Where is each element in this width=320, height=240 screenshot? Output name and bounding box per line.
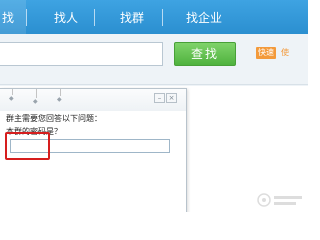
ornament-icon: ◆ bbox=[57, 96, 62, 103]
search-button[interactable]: 查找 bbox=[174, 42, 236, 66]
verification-dialog: ◆ ◆ ◆ – × 群主需要您回答以下问题： 本群的密码是？ bbox=[0, 88, 187, 212]
quick-badge[interactable]: 快速 bbox=[256, 47, 276, 59]
highlight-annotation bbox=[5, 132, 50, 160]
nav-divider bbox=[26, 9, 27, 26]
search-input[interactable] bbox=[0, 42, 163, 66]
ornament-icon: ◆ bbox=[9, 95, 14, 102]
search-area: 查找 快速 使 bbox=[0, 34, 308, 86]
top-nav-bar: 找 找人 找群 找企业 bbox=[0, 0, 308, 34]
nav-divider bbox=[162, 9, 163, 26]
window-controls: – × bbox=[154, 93, 184, 103]
decoration-string bbox=[60, 89, 61, 96]
screen: 找 找人 找群 找企业 查找 快速 使 ◆ ◆ ◆ – × 群主需要您回答以下问… bbox=[0, 0, 308, 212]
minimize-icon[interactable]: – bbox=[154, 93, 165, 103]
dialog-prompt: 群主需要您回答以下问题： bbox=[6, 114, 102, 123]
dialog-header: ◆ ◆ ◆ – × bbox=[0, 89, 186, 111]
close-icon[interactable]: × bbox=[166, 93, 177, 103]
decoration-string bbox=[36, 89, 37, 98]
divider bbox=[0, 84, 308, 85]
tab-find-people[interactable]: 找人 bbox=[54, 9, 78, 27]
watermark-logo bbox=[257, 193, 302, 207]
tab-find-group[interactable]: 找群 bbox=[120, 9, 144, 27]
tab-find-company[interactable]: 找企业 bbox=[186, 9, 222, 27]
quick-link-text[interactable]: 使 bbox=[281, 47, 289, 59]
ornament-icon: ◆ bbox=[33, 98, 38, 105]
tab-find[interactable]: 找 bbox=[2, 9, 14, 27]
nav-divider bbox=[94, 9, 95, 26]
